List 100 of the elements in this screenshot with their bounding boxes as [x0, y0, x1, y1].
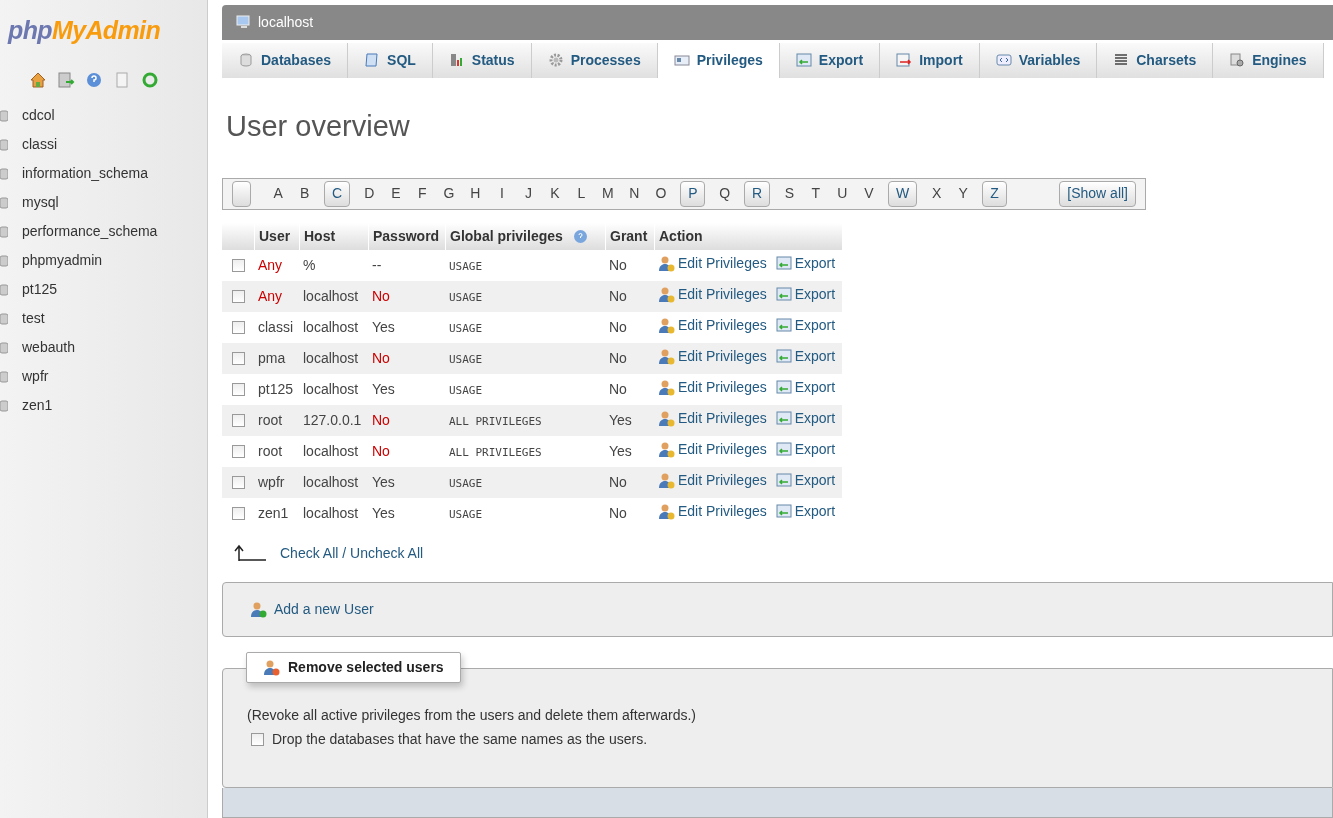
tab[interactable]: Charsets	[1097, 42, 1214, 78]
database-link[interactable]: mysql	[22, 192, 59, 213]
checkbox[interactable]	[231, 289, 245, 303]
letter-button[interactable]: C	[324, 180, 351, 207]
edit-privileges-link[interactable]: Edit Privileges	[678, 469, 767, 491]
checkbox[interactable]	[231, 475, 245, 489]
letter-label: H	[469, 184, 482, 204]
tab[interactable]: Import	[880, 42, 980, 78]
column-header: Grant	[610, 226, 648, 246]
database-link[interactable]: performance_schema	[22, 221, 158, 242]
password-cell: Yes	[372, 380, 395, 397]
tab[interactable]: Export	[779, 42, 881, 78]
checkbox[interactable]	[231, 258, 245, 272]
password-cell: --	[372, 256, 382, 273]
checkbox[interactable]	[231, 506, 245, 520]
help-icon[interactable]	[85, 71, 103, 89]
export-link[interactable]: Export	[794, 314, 836, 336]
check-all-link[interactable]: Check All / Uncheck All	[280, 542, 424, 564]
user-cell: Any	[258, 287, 283, 304]
tab[interactable]: Variables	[979, 42, 1098, 78]
database-link[interactable]: classi	[22, 134, 57, 155]
edit-privileges-link[interactable]: Edit Privileges	[678, 407, 767, 429]
letter-button[interactable]: P	[680, 180, 706, 207]
password-cell: Yes	[372, 504, 395, 521]
edit-privileges-link[interactable]: Edit Privileges	[678, 283, 767, 305]
database-link[interactable]: phpmyadmin	[22, 250, 103, 271]
letter-button[interactable]: W	[888, 180, 918, 207]
database-link[interactable]: cdcol	[22, 105, 55, 126]
export-icon	[795, 52, 812, 69]
database-link[interactable]: zen1	[22, 395, 53, 416]
page-heading: User overview	[226, 111, 411, 141]
user-remove-icon	[263, 659, 280, 676]
database-link[interactable]: wpfr	[22, 366, 49, 387]
export-link[interactable]: Export	[794, 283, 836, 305]
edit-privileges-link[interactable]: Edit Privileges	[678, 376, 767, 398]
edit-privileges-link[interactable]: Edit Privileges	[678, 438, 767, 460]
letter-label: N	[628, 184, 641, 204]
logo[interactable]: phpMyAdmin	[0, 0, 207, 43]
export-link[interactable]: Export	[794, 252, 836, 274]
server-title[interactable]: localhost	[258, 11, 314, 33]
checkbox[interactable]	[231, 351, 245, 365]
checkbox[interactable]	[251, 733, 264, 746]
home-icon[interactable]	[29, 71, 47, 89]
revoke-note: (Revoke all active privileges from the users and delete them afterwards.)	[247, 706, 697, 725]
checkbox[interactable]	[231, 320, 245, 334]
add-user-link[interactable]: Add a new User	[274, 598, 374, 620]
letter-button[interactable]: Z	[982, 180, 1007, 207]
database-link[interactable]: test	[22, 308, 45, 329]
privileges-cell: USAGE	[449, 321, 483, 335]
exit-icon[interactable]	[57, 71, 75, 89]
host-cell: localhost	[303, 380, 359, 397]
privileges-cell: ALL PRIVILEGES	[449, 414, 542, 428]
column-header: Global privileges	[450, 226, 563, 246]
checkbox[interactable]	[231, 444, 245, 458]
help-icon[interactable]	[572, 228, 588, 244]
host-cell: %	[303, 256, 316, 273]
tab[interactable]: Engines	[1213, 42, 1324, 78]
export-link[interactable]: Export	[794, 345, 836, 367]
checkbox[interactable]	[231, 413, 245, 427]
gear-icon	[547, 52, 564, 69]
letter-label: L	[576, 184, 587, 204]
checkbox[interactable]	[231, 382, 245, 396]
export-link[interactable]: Export	[794, 438, 836, 460]
user-icon	[658, 316, 675, 334]
database-link[interactable]: pt125	[22, 279, 58, 300]
column-header: User	[259, 226, 291, 246]
grant-cell: Yes	[609, 442, 632, 459]
user-cell: pt125	[258, 380, 294, 397]
letter-label: E	[390, 184, 402, 204]
edit-privileges-link[interactable]: Edit Privileges	[678, 314, 767, 336]
engine-icon	[1229, 52, 1246, 69]
export-link[interactable]: Export	[794, 407, 836, 429]
blank-button[interactable]	[232, 180, 251, 207]
document-icon	[364, 52, 381, 69]
user-icon	[658, 254, 675, 272]
letter-label: A	[272, 184, 284, 204]
host-cell: localhost	[303, 287, 359, 304]
column-header: Password	[373, 226, 440, 246]
user-cell: root	[258, 442, 283, 459]
tab[interactable]: Databases	[222, 42, 349, 78]
tab[interactable]: SQL	[348, 42, 433, 78]
edit-privileges-link[interactable]: Edit Privileges	[678, 345, 767, 367]
database-link[interactable]: webauth	[22, 337, 75, 358]
export-link[interactable]: Export	[794, 500, 836, 522]
export-link[interactable]: Export	[794, 376, 836, 398]
document-icon[interactable]	[113, 71, 131, 89]
edit-privileges-link[interactable]: Edit Privileges	[678, 500, 767, 522]
edit-privileges-link[interactable]: Edit Privileges	[678, 252, 767, 274]
letter-label: B	[299, 184, 311, 204]
letter-button[interactable]: R	[743, 180, 771, 207]
export-link[interactable]: Export	[794, 469, 836, 491]
database-link[interactable]: information_schema	[22, 163, 149, 184]
grant-cell: Yes	[609, 411, 632, 428]
show-all-button[interactable]: [Show all]	[1059, 180, 1136, 207]
tab[interactable]: Processes	[531, 42, 658, 78]
privileges-cell: USAGE	[449, 476, 483, 490]
code-icon	[995, 52, 1012, 69]
export-icon	[775, 503, 792, 520]
letter-label: O	[654, 184, 668, 204]
tab[interactable]: Status	[432, 42, 532, 78]
